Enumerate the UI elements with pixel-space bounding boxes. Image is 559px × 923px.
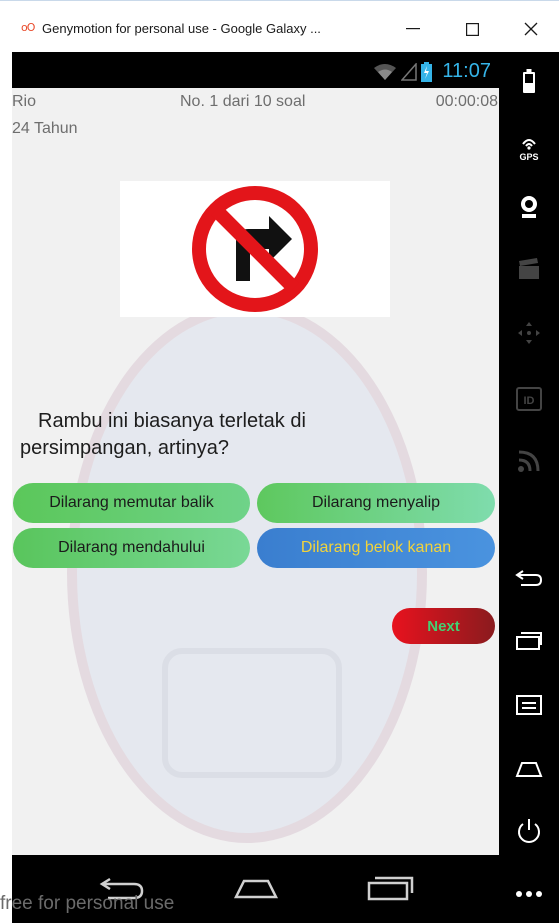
maximize-button[interactable]: [452, 15, 492, 43]
sidebar-more-button[interactable]: [499, 882, 559, 906]
window-title: Genymotion for personal use - Google Gal…: [42, 21, 321, 36]
home-icon: [515, 762, 543, 777]
user-name: Rio: [12, 93, 37, 110]
minimize-button[interactable]: [393, 15, 433, 43]
sidebar-menu-button[interactable]: [499, 690, 559, 720]
sidebar-home-button[interactable]: [499, 754, 559, 784]
battery-icon: [421, 61, 433, 82]
sidebar-recent-apps-button[interactable]: [499, 626, 559, 656]
more-icon: [516, 891, 542, 897]
menu-icon: [516, 695, 542, 715]
id-icon: ID: [516, 387, 542, 411]
sidebar-back-button[interactable]: [499, 564, 559, 594]
sidebar-battery-button[interactable]: [499, 66, 559, 96]
back-icon: [515, 570, 543, 586]
signal-icon: [401, 62, 418, 81]
nav-home-button[interactable]: [232, 875, 280, 906]
sidebar-screencast-button[interactable]: [499, 254, 559, 284]
recent-apps-icon: [367, 876, 414, 901]
sidebar-gps-button[interactable]: GPS: [499, 130, 559, 164]
id-label: ID: [524, 395, 535, 407]
sidebar-webcam-button[interactable]: [499, 192, 559, 222]
rss-icon: [518, 450, 540, 472]
question-image: [120, 181, 390, 317]
android-status-bar: 11:07: [12, 52, 499, 88]
maximize-icon: [465, 22, 479, 36]
dpad-icon: [518, 322, 540, 344]
gps-label: GPS: [519, 152, 538, 162]
status-clock: 11:07: [442, 60, 491, 82]
next-button[interactable]: Next: [392, 608, 495, 644]
question-line-2: persimpangan, artinya?: [20, 437, 230, 459]
sidebar-id-button[interactable]: ID: [499, 384, 559, 414]
free-license-watermark: free for personal use: [0, 893, 175, 914]
genymotion-sidebar: GPS ID: [499, 52, 559, 923]
home-icon: [233, 879, 279, 899]
sidebar-rss-button[interactable]: [499, 446, 559, 476]
gps-icon: GPS: [519, 139, 539, 162]
answer-option-d[interactable]: Dilarang belok kanan: [257, 528, 495, 568]
no-right-turn-sign-icon: [192, 186, 318, 312]
title-bar: oO Genymotion for personal use - Google …: [0, 0, 559, 52]
recent-apps-icon: [516, 632, 542, 650]
minimize-icon: [406, 28, 420, 30]
quiz-timer: 00:00:08: [435, 93, 498, 110]
clapper-icon: [519, 258, 539, 279]
nav-recent-apps-button[interactable]: [365, 875, 415, 906]
genymotion-logo-icon: oO: [21, 21, 35, 34]
answer-option-b[interactable]: Dilarang menyalip: [257, 483, 495, 523]
app-screen: Rio 24 Tahun No. 1 dari 10 soal 00:00:08…: [12, 88, 499, 855]
answer-option-a[interactable]: Dilarang memutar balik: [13, 483, 250, 523]
question-line-1: Rambu ini biasanya terletak di: [38, 410, 306, 432]
battery-icon: [523, 69, 535, 93]
close-button[interactable]: [511, 15, 551, 43]
wifi-icon: [374, 63, 397, 80]
sidebar-dpad-button[interactable]: [499, 318, 559, 348]
power-icon: [518, 819, 540, 843]
device-left-edge: [0, 52, 12, 923]
sidebar-power-button[interactable]: [499, 814, 559, 848]
background-watermark-car: [162, 648, 342, 778]
question-text: Rambu ini biasanya terletak di persimpan…: [20, 408, 440, 462]
genymotion-window: oO Genymotion for personal use - Google …: [0, 0, 559, 923]
user-age: 24 Tahun: [12, 120, 78, 137]
question-counter: No. 1 dari 10 soal: [180, 93, 306, 110]
answer-option-c[interactable]: Dilarang mendahului: [13, 528, 250, 568]
close-icon: [524, 22, 538, 36]
webcam-icon: [521, 196, 537, 218]
